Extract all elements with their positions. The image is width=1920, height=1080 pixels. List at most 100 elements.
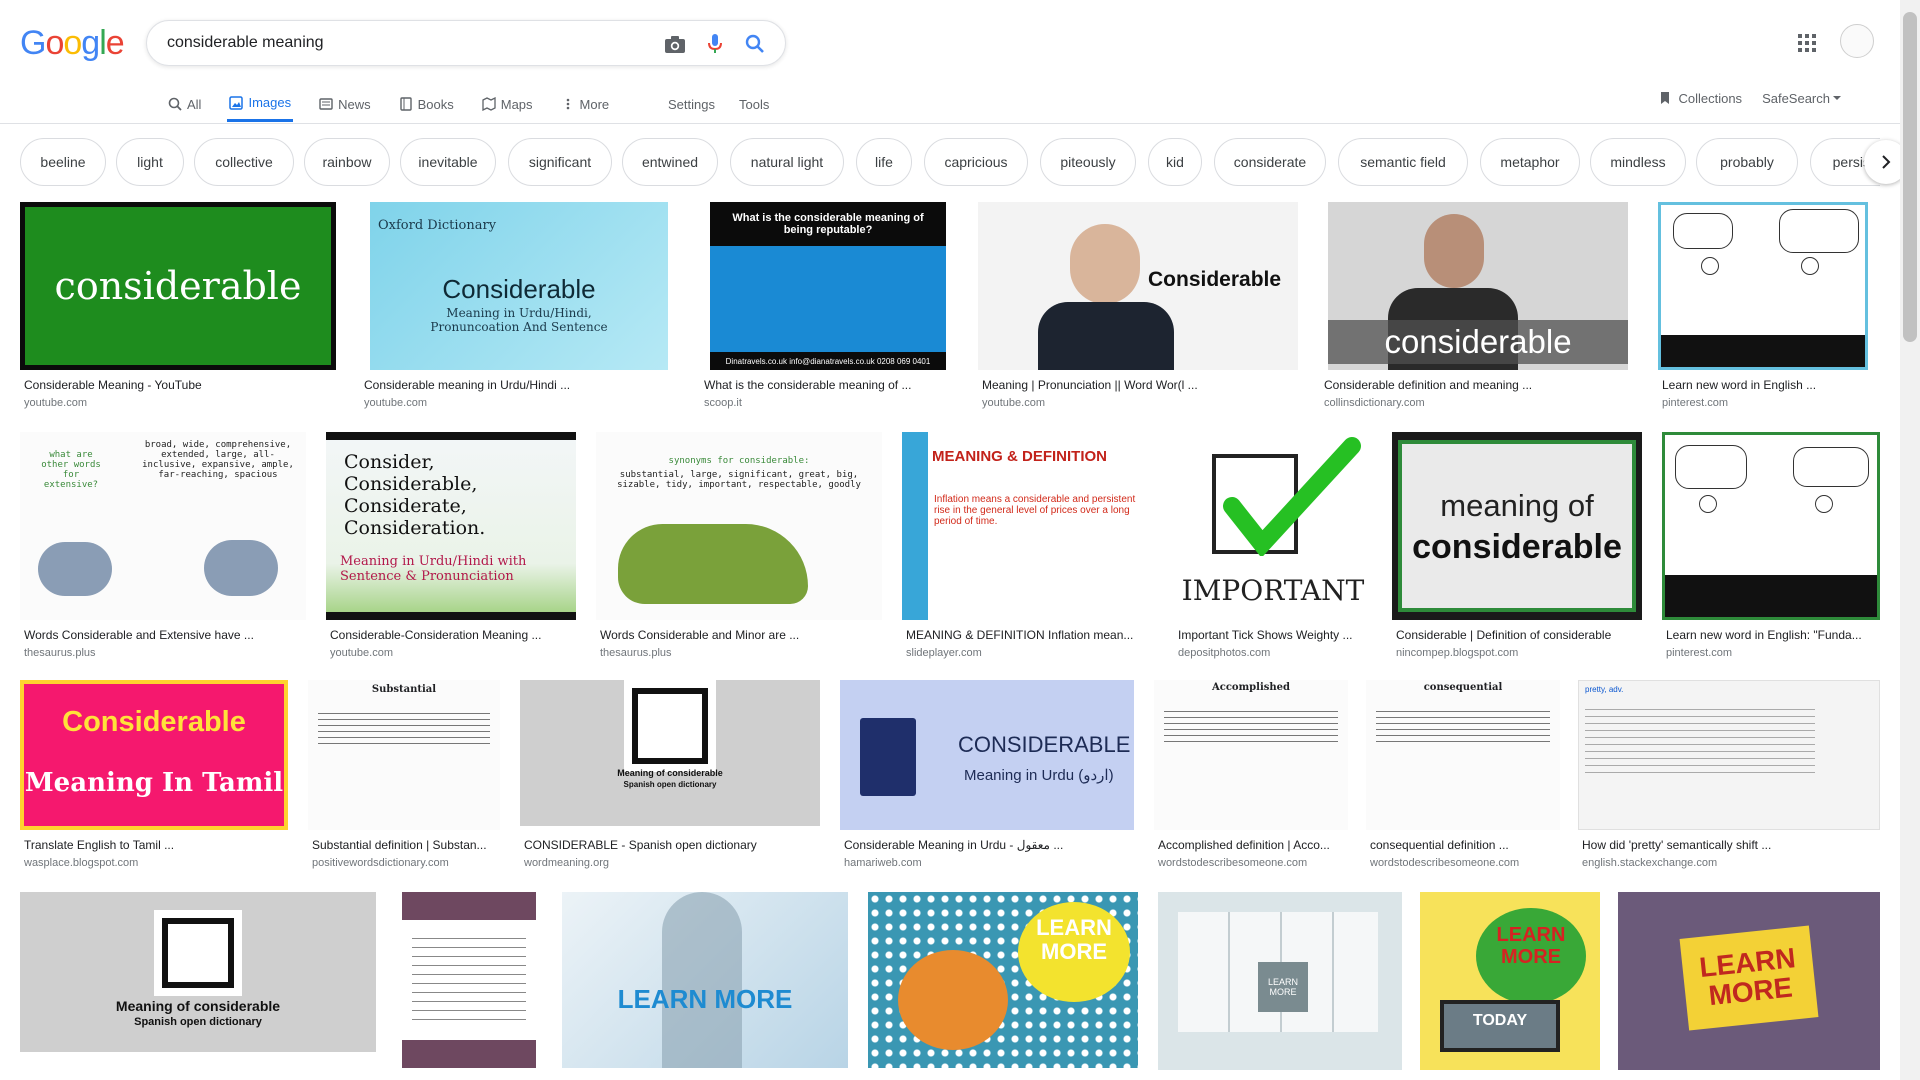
result-thumbnail[interactable]: meaning of considerable (1392, 432, 1642, 620)
result-caption[interactable]: consequential definition ... (1370, 838, 1564, 852)
chip[interactable]: entwined (622, 138, 718, 186)
result-thumbnail[interactable] (1658, 202, 1868, 370)
result-thumbnail[interactable]: consequential (1366, 680, 1560, 830)
result-thumbnail[interactable] (402, 892, 536, 1068)
result-thumbnail[interactable]: LEARN MORE TODAY (1420, 892, 1600, 1070)
result-thumbnail[interactable]: What is the considerable meaning of bein… (710, 202, 946, 370)
search-icon[interactable] (743, 32, 767, 56)
result-card[interactable]: pretty, adv. How did 'pretty' semantical… (1578, 680, 1880, 872)
result-caption[interactable]: CONSIDERABLE - Spanish open dictionary (524, 838, 824, 852)
result-thumbnail[interactable]: considerable (20, 202, 336, 370)
chip[interactable]: semantic field (1338, 138, 1468, 186)
result-caption[interactable]: Meaning | Pronunciation || Word Wor(l ..… (982, 378, 1292, 392)
collections-button[interactable]: Collections (1658, 91, 1742, 106)
camera-icon[interactable] (663, 32, 687, 56)
result-card[interactable]: Accomplished Accomplished definition | A… (1154, 680, 1350, 872)
result-thumbnail[interactable]: synonyms for considerable: substantial, … (596, 432, 882, 620)
page-scrollbar[interactable] (1900, 0, 1920, 1080)
chip[interactable]: inevitable (400, 138, 496, 186)
chip[interactable]: capricious (924, 138, 1028, 186)
result-caption[interactable]: Considerable | Definition of considerabl… (1396, 628, 1642, 642)
tab-maps[interactable]: Maps (480, 86, 535, 122)
result-card[interactable]: Oxford Dictionary Considerable Meaning i… (360, 202, 678, 414)
result-card[interactable]: Substantial Substantial definition | Sub… (308, 680, 502, 872)
tab-books[interactable]: Books (397, 86, 456, 122)
result-card[interactable]: Meaning of considerable Spanish open dic… (20, 892, 378, 1072)
result-card[interactable]: Consider, Considerable, Considerate, Con… (326, 432, 580, 662)
chip[interactable]: piteously (1040, 138, 1136, 186)
google-logo[interactable]: Google (20, 24, 125, 63)
result-card[interactable]: Considerable Meaning In Tamil Translate … (20, 680, 290, 872)
result-card[interactable]: LEARN MORE (1618, 892, 1880, 1072)
chip[interactable]: beeline (20, 138, 106, 186)
result-card[interactable]: MEANING & DEFINITION Inflation means a c… (902, 432, 1158, 662)
chip[interactable]: significant (508, 138, 612, 186)
microphone-icon[interactable] (703, 32, 727, 56)
result-thumbnail[interactable]: Substantial (308, 680, 500, 830)
result-caption[interactable]: Considerable meaning in Urdu/Hindi ... (364, 378, 674, 392)
result-thumbnail[interactable]: IMPORTANT (1174, 432, 1372, 620)
chip[interactable]: rainbow (304, 138, 390, 186)
result-thumbnail[interactable]: MEANING & DEFINITION Inflation means a c… (902, 432, 1152, 620)
result-thumbnail[interactable]: Considerable Meaning In Tamil (20, 680, 288, 830)
result-caption[interactable]: Words Considerable and Extensive have ..… (24, 628, 308, 642)
chip[interactable]: natural light (730, 138, 844, 186)
chip[interactable]: kid (1148, 138, 1202, 186)
result-card[interactable]: LEARN MORE (1158, 892, 1402, 1072)
tab-all[interactable]: All (166, 86, 203, 122)
result-thumbnail[interactable]: Consider, Considerable, Considerate, Con… (326, 432, 576, 620)
search-box[interactable]: considerable meaning (146, 20, 786, 66)
chip[interactable]: collective (194, 138, 294, 186)
settings-link[interactable]: Settings (668, 86, 715, 122)
chip[interactable]: probably (1696, 138, 1798, 186)
chip[interactable]: mindless (1590, 138, 1686, 186)
search-input[interactable]: considerable meaning (167, 34, 324, 52)
result-card[interactable]: Considerable Meaning | Pronunciation || … (978, 202, 1298, 414)
result-caption[interactable]: Learn new word in English: "Funda... (1666, 628, 1882, 642)
result-thumbnail[interactable]: considerable (1328, 202, 1628, 370)
result-caption[interactable]: MEANING & DEFINITION Inflation mean... (906, 628, 1154, 642)
result-thumbnail[interactable]: LEARN MORE (1618, 892, 1880, 1070)
result-caption[interactable]: Words Considerable and Minor are ... (600, 628, 884, 642)
tab-images[interactable]: Images (227, 86, 294, 122)
result-thumbnail[interactable]: pretty, adv. (1578, 680, 1880, 830)
result-card[interactable] (402, 892, 536, 1072)
result-thumbnail[interactable]: LEARN MORE (562, 892, 848, 1068)
result-thumbnail[interactable]: Oxford Dictionary Considerable Meaning i… (370, 202, 668, 370)
tools-link[interactable]: Tools (739, 86, 769, 122)
result-caption[interactable]: What is the considerable meaning of ... (704, 378, 944, 392)
result-thumbnail[interactable]: Considerable (978, 202, 1298, 370)
result-thumbnail[interactable]: Meaning of considerable Spanish open dic… (20, 892, 376, 1052)
result-thumbnail[interactable]: Meaning of considerable Spanish open dic… (520, 680, 820, 826)
apps-grid-icon[interactable] (1797, 33, 1817, 53)
result-card[interactable]: consequential consequential definition .… (1366, 680, 1562, 872)
result-caption[interactable]: How did 'pretty' semantically shift ... (1582, 838, 1882, 852)
result-thumbnail[interactable]: LEARN MORE (1158, 892, 1402, 1070)
result-caption[interactable]: Considerable-Consideration Meaning ... (330, 628, 578, 642)
result-card[interactable]: synonyms for considerable: substantial, … (596, 432, 886, 662)
result-caption[interactable]: Translate English to Tamil ... (24, 838, 290, 852)
result-caption[interactable]: Substantial definition | Substan... (312, 838, 502, 852)
result-caption[interactable]: Considerable Meaning in Urdu - معقول ... (844, 838, 1134, 852)
scrollbar-thumb[interactable] (1903, 12, 1917, 342)
chip[interactable]: considerate (1214, 138, 1326, 186)
result-caption[interactable]: Accomplished definition | Acco... (1158, 838, 1352, 852)
result-card[interactable]: CONSIDERABLE Meaning in Urdu (اردو) Cons… (840, 680, 1136, 872)
tab-more[interactable]: More (559, 86, 612, 122)
result-card[interactable]: what are other words for extensive? broa… (20, 432, 310, 662)
result-caption[interactable]: Considerable Meaning - YouTube (24, 378, 334, 392)
result-card[interactable]: What is the considerable meaning of bein… (700, 202, 950, 414)
chip[interactable]: light (116, 138, 184, 186)
tab-news[interactable]: News (317, 86, 373, 122)
result-card[interactable]: IMPORTANT Important Tick Shows Weighty .… (1174, 432, 1374, 662)
result-card[interactable]: Learn new word in English: "Funda... pin… (1662, 432, 1882, 662)
result-thumbnail[interactable]: LEARN MORE (868, 892, 1138, 1068)
safesearch-button[interactable]: SafeSearch (1762, 91, 1842, 106)
result-caption[interactable]: Learn new word in English ... (1662, 378, 1872, 392)
result-card[interactable]: LEARN MORE (562, 892, 848, 1072)
result-thumbnail[interactable]: what are other words for extensive? broa… (20, 432, 306, 620)
result-caption[interactable]: Important Tick Shows Weighty ... (1178, 628, 1374, 642)
result-card[interactable]: LEARN MORE TODAY (1420, 892, 1600, 1072)
result-card[interactable]: LEARN MORE (868, 892, 1138, 1072)
result-card[interactable]: Meaning of considerable Spanish open dic… (520, 680, 822, 872)
